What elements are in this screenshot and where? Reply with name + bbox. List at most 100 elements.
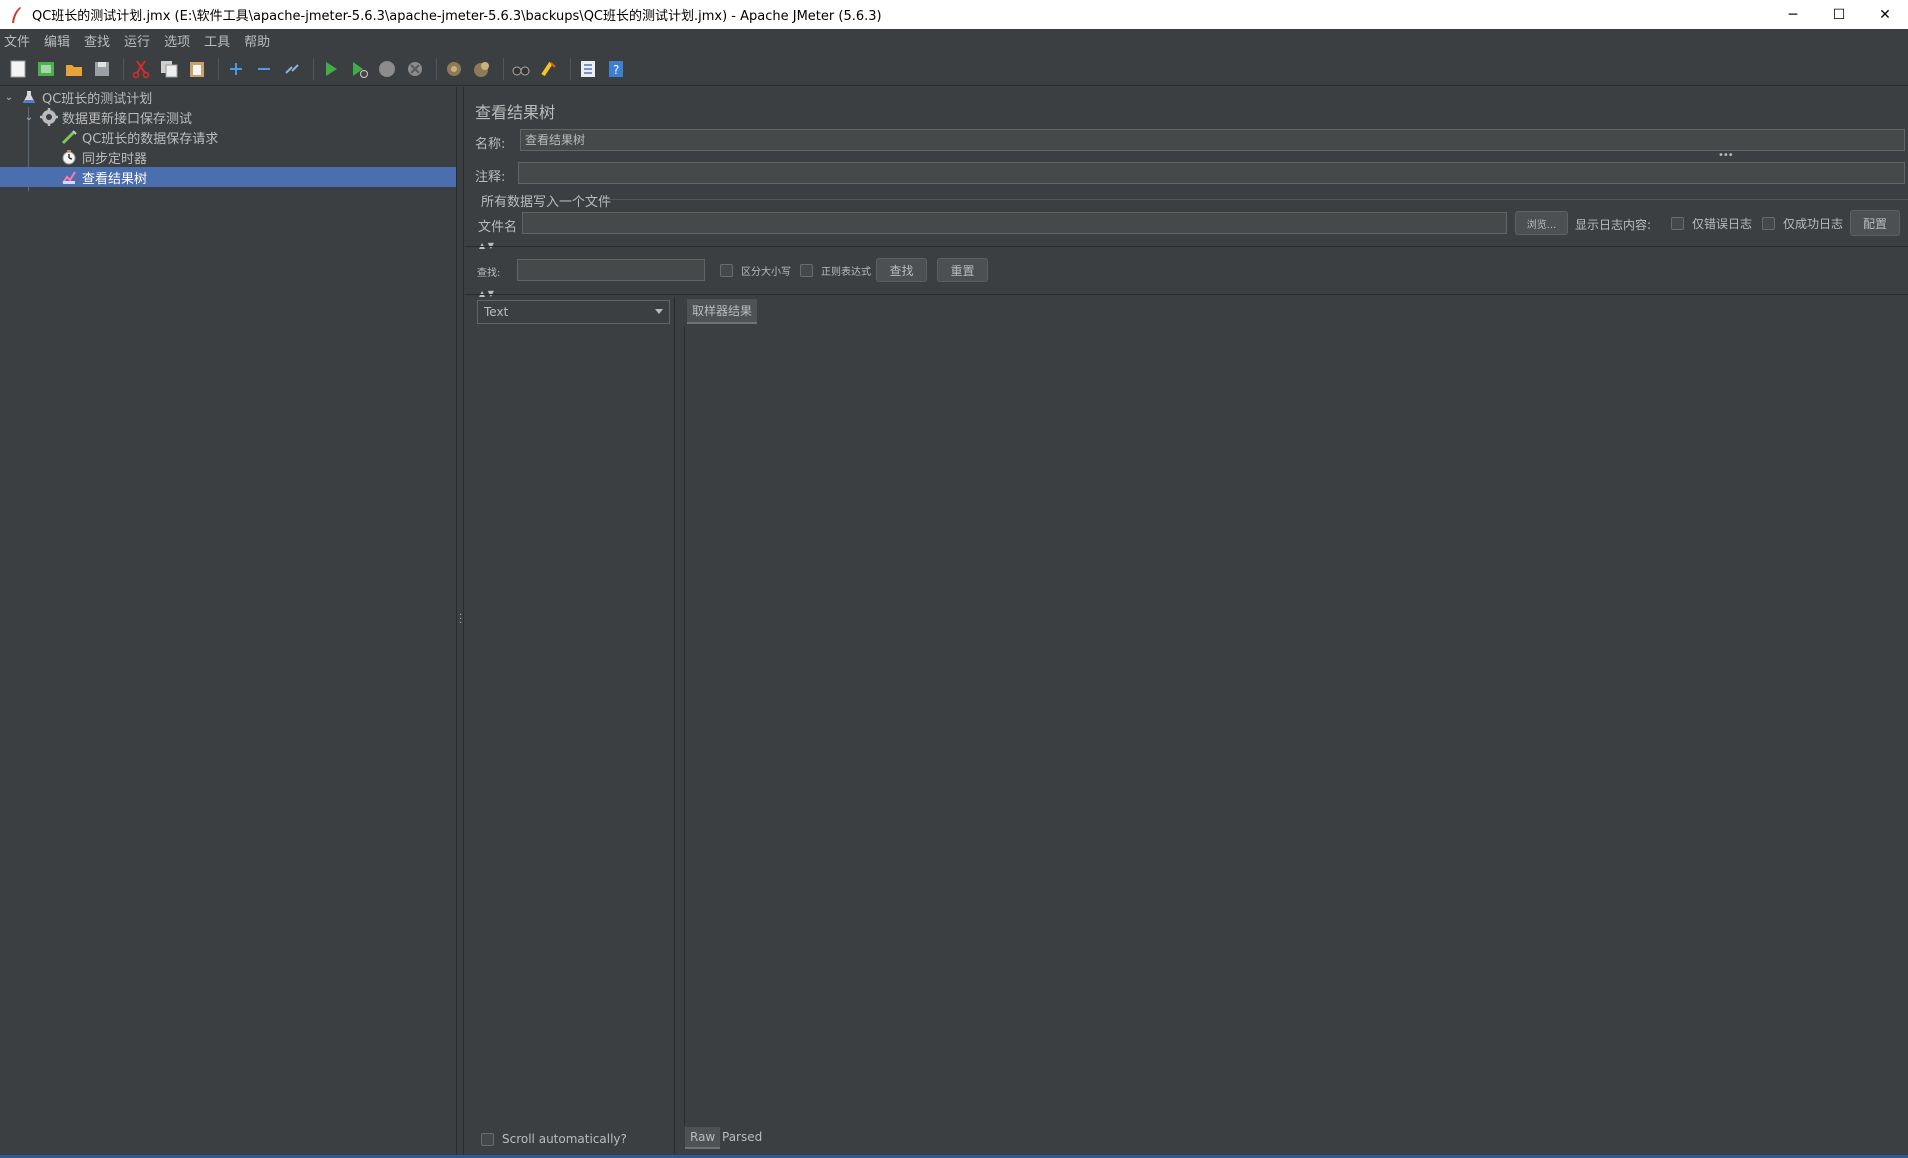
svg-text:?: ? (613, 63, 619, 77)
errors-only-checkbox[interactable]: 仅错误日志 (1671, 215, 1752, 232)
chevron-down-icon (655, 309, 663, 314)
search-field[interactable] (517, 259, 705, 281)
sampler-result-area (684, 326, 1908, 1126)
chevron-down-icon[interactable]: ⌄ (2, 92, 16, 103)
listener-icon (60, 168, 78, 186)
checkbox-box[interactable] (1671, 217, 1684, 230)
view-results-tree-panel: 查看结果树 名称: 查看结果树 注释: 所有数据写入一个文件 文件名 浏览...… (465, 87, 1908, 1158)
clear-icon[interactable] (442, 57, 466, 81)
clear-all-icon[interactable] (470, 57, 494, 81)
save-icon[interactable] (90, 57, 114, 81)
toolbar-separator (123, 57, 124, 80)
stop-icon[interactable] (375, 57, 399, 81)
divider-grip[interactable]: ••• (1718, 150, 1734, 161)
menu-help[interactable]: 帮助 (244, 31, 270, 50)
chevron-down-icon[interactable]: ⌄ (22, 112, 36, 123)
toggle-icon[interactable] (280, 57, 304, 81)
menu-search[interactable]: 查找 (84, 31, 110, 50)
checkbox-box[interactable] (481, 1132, 494, 1146)
close-button[interactable]: ✕ (1862, 0, 1908, 29)
thread-group-icon (40, 108, 58, 126)
open-icon[interactable] (62, 57, 86, 81)
toolbar-separator (218, 57, 219, 80)
menu-file[interactable]: 文件 (4, 31, 30, 50)
tree-node-label: QC班长的数据保存请求 (82, 131, 219, 147)
timer-icon (60, 148, 78, 166)
reset-search-icon[interactable] (537, 57, 561, 81)
configure-button[interactable]: 配置 (1850, 210, 1900, 236)
templates-icon[interactable] (34, 57, 58, 81)
tab-parsed[interactable]: Parsed (717, 1127, 767, 1147)
http-sampler-icon (60, 128, 78, 146)
comment-field[interactable] (518, 162, 1905, 184)
toolbar: ? (0, 52, 1908, 86)
tree-node-view-results-tree[interactable]: 查看结果树 (0, 167, 456, 187)
case-sensitive-checkbox[interactable]: 区分大小写 (720, 263, 791, 278)
shutdown-icon[interactable] (403, 57, 427, 81)
errors-only-label: 仅错误日志 (1692, 217, 1753, 231)
search-icon[interactable] (509, 57, 533, 81)
panel-title: 查看结果树 (475, 103, 556, 122)
toolbar-separator (503, 57, 504, 80)
paste-icon[interactable] (185, 57, 209, 81)
splitter-grip: · · · (459, 610, 463, 629)
filename-label: 文件名 (478, 220, 518, 235)
tab-raw[interactable]: Raw (685, 1127, 721, 1149)
scroll-automatically-label: Scroll automatically? (502, 1132, 627, 1146)
minimize-button[interactable]: ─ (1770, 0, 1816, 29)
function-helper-icon[interactable] (576, 57, 600, 81)
toolbar-separator (436, 57, 437, 80)
collapse-icon[interactable] (252, 57, 276, 81)
successes-only-checkbox[interactable]: 仅成功日志 (1762, 215, 1843, 232)
sample-list-pane (465, 297, 675, 1158)
menu-run[interactable]: 运行 (124, 31, 150, 50)
case-sensitive-label: 区分大小写 (741, 267, 791, 278)
copy-icon[interactable] (157, 57, 181, 81)
regex-checkbox[interactable]: 正则表达式 (800, 263, 871, 278)
toolbar-separator (570, 57, 571, 80)
start-icon[interactable] (319, 57, 343, 81)
tree-node-thread-group[interactable]: ⌄ 数据更新接口保存测试 (22, 107, 456, 127)
cut-icon[interactable] (129, 57, 153, 81)
tree-node-label: 查看结果树 (82, 171, 148, 187)
scroll-automatically-checkbox[interactable]: Scroll automatically? (481, 1132, 627, 1146)
tree-node-label: 数据更新接口保存测试 (62, 111, 193, 127)
start-no-pause-icon[interactable] (347, 57, 371, 81)
help-icon[interactable]: ? (604, 57, 628, 81)
regex-label: 正则表达式 (821, 267, 871, 278)
renderer-select[interactable]: Text (477, 300, 670, 324)
menu-bar: 文件 编辑 查找 运行 选项 工具 帮助 (0, 29, 1908, 51)
tree-node-label: QC班长的测试计划 (42, 91, 153, 107)
tree-node-test-plan[interactable]: ⌄ QC班长的测试计划 (2, 87, 456, 107)
tree-node-label: 同步定时器 (82, 151, 148, 167)
file-section-border (605, 199, 1908, 200)
successes-only-label: 仅成功日志 (1783, 217, 1844, 231)
tree-node-http-request[interactable]: QC班长的数据保存请求 (60, 127, 456, 147)
checkbox-box[interactable] (800, 264, 813, 277)
results-splitter[interactable] (675, 297, 683, 1158)
checkbox-box[interactable] (720, 264, 733, 277)
tab-sampler-result[interactable]: 取样器结果 (687, 299, 758, 324)
comment-label: 注释: (475, 170, 506, 185)
new-icon[interactable] (6, 57, 30, 81)
window-title: QC班长的测试计划.jmx (E:\软件工具\apache-jmeter-5.6… (32, 9, 882, 24)
menu-edit[interactable]: 编辑 (44, 31, 70, 50)
checkbox-box[interactable] (1762, 217, 1775, 230)
name-field[interactable]: 查看结果树 (520, 129, 1905, 151)
main-splitter[interactable]: · · · (456, 87, 464, 1158)
divider-line (465, 246, 1908, 247)
maximize-button[interactable]: ☐ (1816, 0, 1862, 29)
log-display-label: 显示日志内容: (1575, 218, 1652, 232)
filename-field[interactable] (522, 212, 1507, 234)
toolbar-separator (313, 57, 314, 80)
divider-line (465, 294, 1908, 295)
menu-options[interactable]: 选项 (164, 31, 190, 50)
file-section-title: 所有数据写入一个文件 (481, 195, 612, 210)
tree-node-sync-timer[interactable]: 同步定时器 (60, 147, 456, 167)
menu-tools[interactable]: 工具 (204, 31, 230, 50)
browse-button[interactable]: 浏览... (1515, 211, 1568, 235)
find-button[interactable]: 查找 (876, 258, 927, 282)
reset-button[interactable]: 重置 (937, 258, 988, 282)
test-plan-icon (20, 88, 38, 106)
expand-icon[interactable] (224, 57, 248, 81)
